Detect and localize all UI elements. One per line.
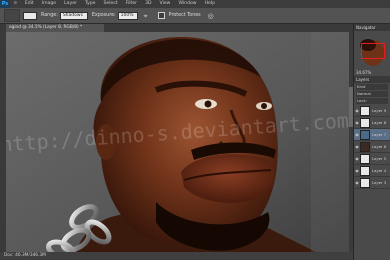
layer-name: Layer 9 — [372, 108, 387, 113]
layer-thumbnail — [360, 141, 370, 152]
layer-row[interactable]: ◉ Layer 3 — [354, 177, 390, 189]
layer-row[interactable]: ◉ Layer 5 — [354, 153, 390, 165]
layer-name: Layer 8 — [372, 120, 387, 125]
layer-name: Layer 5 — [372, 156, 387, 161]
layer-thumbnail — [360, 165, 370, 176]
options-bar: Range: Shadows Exposure: 100% ⌖ Protect … — [0, 8, 390, 24]
airbrush-icon[interactable]: ⌖ — [142, 12, 150, 20]
layer-row[interactable]: ◉ Layer 8 — [354, 117, 390, 129]
layer-thumbnail — [360, 117, 370, 128]
menu-item-layer[interactable]: Layer — [60, 0, 81, 8]
menu-item-window[interactable]: Window — [174, 0, 200, 8]
layer-name: Layer 7 — [372, 132, 387, 137]
layer-name: Layer 4 — [372, 168, 387, 173]
menu-item-view[interactable]: View — [156, 0, 175, 8]
blend-mode-select[interactable]: Normal — [356, 91, 388, 97]
status-bar: Doc: 46.3M/346.3M — [0, 252, 353, 260]
layer-name: Layer 6 — [372, 144, 387, 149]
exposure-label: Exposure: — [91, 13, 116, 18]
menu-item-3d[interactable]: 3D — [141, 0, 155, 8]
brush-size-picker[interactable] — [23, 11, 37, 20]
tool-preset-picker[interactable] — [4, 9, 20, 22]
document-tab-bar: ogind @ 34.5% (Layer 8, RGB/8) * — [6, 24, 353, 32]
protect-tones-label: Protect Tones — [168, 13, 201, 18]
menu-bar: Ps e Edit Image Layer Type Select Filter… — [0, 0, 390, 8]
layer-thumbnail — [360, 153, 370, 164]
app-logo: Ps — [0, 0, 10, 8]
navigator-view-box[interactable] — [361, 43, 385, 59]
layer-row[interactable]: ◉ Layer 4 — [354, 165, 390, 177]
document-tab[interactable]: ogind @ 34.5% (Layer 8, RGB/8) * — [6, 24, 104, 32]
layer-name: Layer 3 — [372, 180, 387, 185]
right-panel-dock: Navigator 34.67% Layers Kind Normal Lock… — [353, 24, 390, 260]
range-select[interactable]: Shadows — [59, 11, 88, 20]
navigator-zoom[interactable]: 34.67% — [354, 69, 390, 76]
menu-item-help[interactable]: Help — [201, 0, 219, 8]
navigator-thumbnail[interactable] — [356, 33, 388, 67]
menu-item-filter[interactable]: Filter — [122, 0, 141, 8]
exposure-input[interactable]: 100% — [117, 11, 138, 20]
menu-item-select[interactable]: Select — [100, 0, 122, 8]
layer-thumbnail — [360, 129, 370, 140]
layers-tab[interactable]: Layers — [354, 76, 390, 83]
menu-item-file[interactable]: e — [10, 0, 21, 8]
layer-row[interactable]: ◉ Layer 9 — [354, 105, 390, 117]
protect-tones-checkbox[interactable] — [157, 12, 165, 19]
document-canvas[interactable]: http://dinno-s.deviantart.com — [6, 32, 349, 252]
layer-row[interactable]: ◉ Layer 6 — [354, 141, 390, 153]
lock-label: Lock: — [356, 98, 388, 104]
layer-row-selected[interactable]: ◉ Layer 7 — [354, 129, 390, 141]
menu-item-image[interactable]: Image — [38, 0, 60, 8]
layer-thumbnail — [360, 105, 370, 116]
layers-list: ◉ Layer 9 ◉ Layer 8 ◉ Layer 7 ◉ Layer 6 ◉ Lay… — [354, 105, 390, 189]
menu-item-edit[interactable]: Edit — [21, 0, 38, 8]
navigator-tab[interactable]: Navigator — [354, 24, 390, 31]
range-label: Range: — [41, 13, 58, 18]
layer-filter-kind[interactable]: Kind — [356, 84, 388, 90]
menu-item-type[interactable]: Type — [81, 0, 100, 8]
layer-thumbnail — [360, 177, 370, 188]
tablet-pressure-icon[interactable]: ◎ — [207, 12, 215, 20]
